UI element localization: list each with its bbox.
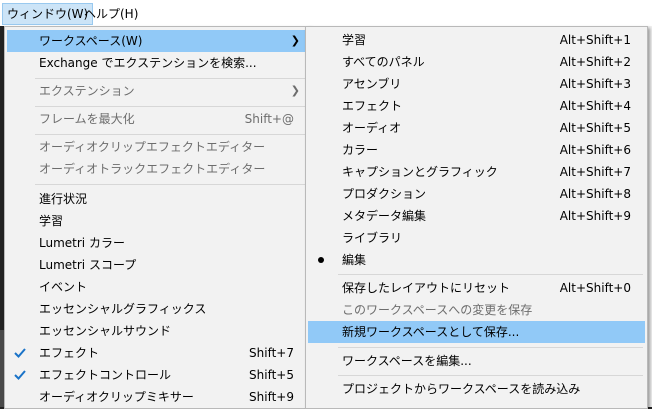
menu-separator [35, 106, 306, 107]
menu-item-label: メタデータ編集 [342, 209, 427, 223]
menu-item-label: 進行状況 [39, 192, 88, 206]
workspace-editing[interactable]: 編集 [308, 249, 645, 271]
menu-item-learn[interactable]: 学習 [7, 210, 308, 232]
menu-item-label: キャプションとグラフィック [342, 165, 498, 179]
menu-item-label: オーディオクリップミキサー [39, 390, 194, 404]
menu-item-progress[interactable]: 進行状況 [7, 188, 308, 210]
menu-item-label: プロジェクトからワークスペースを読み込み [342, 382, 581, 396]
menu-item-effects[interactable]: エフェクト Shift+7 [7, 342, 308, 364]
menu-item-label: このワークスペースへの変更を保存 [342, 303, 533, 317]
menu-item-label: 学習 [342, 33, 367, 47]
menu-item-label: エッセンシャルグラフィックス [39, 302, 207, 316]
menu-separator [338, 274, 643, 275]
menu-item-label: オーディオ [342, 121, 402, 135]
chevron-right-icon: ❯ [290, 34, 300, 47]
workspace-all-panels[interactable]: すべてのパネル Alt+Shift+2 [308, 51, 645, 73]
menu-separator [35, 134, 306, 135]
menu-item-label: ワークスペースを編集... [342, 354, 472, 368]
menu-item-label: 保存したレイアウトにリセット [342, 281, 511, 295]
menu-item-workspace[interactable]: ワークスペース(W) ❯ [7, 30, 308, 52]
workspace-effects[interactable]: エフェクト Alt+Shift+4 [308, 95, 645, 117]
menu-item-label: エフェクト [342, 99, 403, 113]
menu-item-label: カラー [342, 143, 379, 157]
menu-item-essential-sound[interactable]: エッセンシャルサウンド [7, 320, 308, 342]
menu-item-shortcut: Shift+5 [249, 368, 294, 382]
workspace-libraries[interactable]: ライブラリ [308, 227, 645, 249]
menu-item-shortcut: Shift+@ [244, 112, 294, 126]
menu-item-label: Lumetri カラー [39, 236, 125, 250]
checkmark-icon [12, 342, 28, 364]
menu-item-shortcut: Shift+9 [249, 390, 294, 404]
menu-item-label: 学習 [39, 214, 64, 228]
workspace-submenu: 学習 Alt+Shift+1 すべてのパネル Alt+Shift+2 アセンブリ… [305, 26, 648, 409]
menu-separator [35, 78, 306, 79]
menu-item-shortcut: Alt+Shift+8 [559, 187, 631, 201]
menu-item-audio-track-effect-editor: オーディオトラックエフェクトエディター [7, 158, 308, 180]
menu-item-label: すべてのパネル [342, 55, 425, 69]
menu-item-shortcut: Alt+Shift+1 [559, 33, 631, 47]
menu-item-lumetri-scopes[interactable]: Lumetri スコープ [7, 254, 308, 276]
menu-item-shortcut: Alt+Shift+7 [559, 165, 631, 179]
menu-item-label: フレームを最大化 [39, 112, 135, 126]
menu-item-effect-controls[interactable]: エフェクトコントロール Shift+5 [7, 364, 308, 386]
workspace-edit-workspaces[interactable]: ワークスペースを編集... [308, 350, 645, 372]
menu-item-label: エフェクトコントロール [39, 368, 172, 382]
menu-item-events[interactable]: イベント [7, 276, 308, 298]
workspace-learn[interactable]: 学習 Alt+Shift+1 [308, 29, 645, 51]
menu-item-label: Lumetri スコープ [39, 258, 137, 272]
workspace-audio[interactable]: オーディオ Alt+Shift+5 [308, 117, 645, 139]
menu-item-shortcut: Alt+Shift+3 [559, 77, 631, 91]
workspace-save-changes: このワークスペースへの変更を保存 [308, 299, 645, 321]
menu-separator [338, 347, 643, 348]
menu-item-shortcut: Alt+Shift+4 [559, 99, 631, 113]
menu-item-shortcut: Alt+Shift+2 [559, 55, 631, 69]
menu-item-label: オーディオクリップエフェクトエディター [39, 140, 266, 154]
menu-item-label: ライブラリ [342, 231, 403, 245]
workspace-color[interactable]: カラー Alt+Shift+6 [308, 139, 645, 161]
checkmark-icon [12, 364, 28, 386]
menu-item-exchange-search[interactable]: Exchange でエクステンションを検索... [7, 52, 308, 74]
menu-item-maximize-frame: フレームを最大化 Shift+@ [7, 108, 308, 130]
workspace-import-from-project[interactable]: プロジェクトからワークスペースを読み込み [308, 378, 645, 400]
chevron-right-icon: ❯ [290, 84, 300, 97]
menu-item-shortcut: Alt+Shift+9 [559, 209, 631, 223]
menu-item-shortcut: Alt+Shift+0 [559, 281, 631, 295]
menu-item-label: エフェクト [39, 346, 100, 360]
menu-item-shortcut: Alt+Shift+5 [559, 121, 631, 135]
menu-item-lumetri-color[interactable]: Lumetri カラー [7, 232, 308, 254]
workspace-production[interactable]: プロダクション Alt+Shift+8 [308, 183, 645, 205]
menu-help[interactable]: ヘルプ(H) [80, 4, 142, 24]
workspace-save-as-new[interactable]: 新規ワークスペースとして保存... [308, 321, 645, 343]
menu-item-label: 新規ワークスペースとして保存... [342, 325, 520, 339]
menu-item-label: エクステンション [39, 84, 135, 98]
menu-item-label: エッセンシャルサウンド [39, 324, 172, 338]
menu-item-essential-graphics[interactable]: エッセンシャルグラフィックス [7, 298, 308, 320]
menu-item-label: アセンブリ [342, 77, 402, 91]
menu-item-label: プロダクション [342, 187, 427, 201]
selected-bullet-icon [313, 249, 329, 271]
menu-item-shortcut: Shift+7 [249, 346, 294, 360]
menu-item-extensions: エクステンション ❯ [7, 80, 308, 102]
workspace-reset-saved-layout[interactable]: 保存したレイアウトにリセット Alt+Shift+0 [308, 277, 645, 299]
menu-bar: ウィンドウ(W) ヘルプ(H) [0, 0, 652, 26]
workspace-assembly[interactable]: アセンブリ Alt+Shift+3 [308, 73, 645, 95]
menu-item-label: Exchange でエクステンションを検索... [39, 56, 257, 70]
workspace-metadata-editing[interactable]: メタデータ編集 Alt+Shift+9 [308, 205, 645, 227]
menu-item-audio-clip-mixer[interactable]: オーディオクリップミキサー Shift+9 [7, 386, 308, 408]
menu-item-label: ワークスペース(W) [39, 34, 143, 48]
menu-item-audio-clip-effect-editor: オーディオクリップエフェクトエディター [7, 136, 308, 158]
menu-item-label: 編集 [342, 253, 367, 267]
window-menu-dropdown: ワークスペース(W) ❯ Exchange でエクステンションを検索... エク… [4, 26, 311, 409]
menu-item-shortcut: Alt+Shift+6 [559, 143, 631, 157]
workspace-captions-graphics[interactable]: キャプションとグラフィック Alt+Shift+7 [308, 161, 645, 183]
menu-separator [338, 375, 643, 376]
menu-item-label: オーディオトラックエフェクトエディター [39, 162, 266, 176]
menu-separator [35, 184, 306, 185]
menu-item-label: イベント [39, 280, 88, 294]
